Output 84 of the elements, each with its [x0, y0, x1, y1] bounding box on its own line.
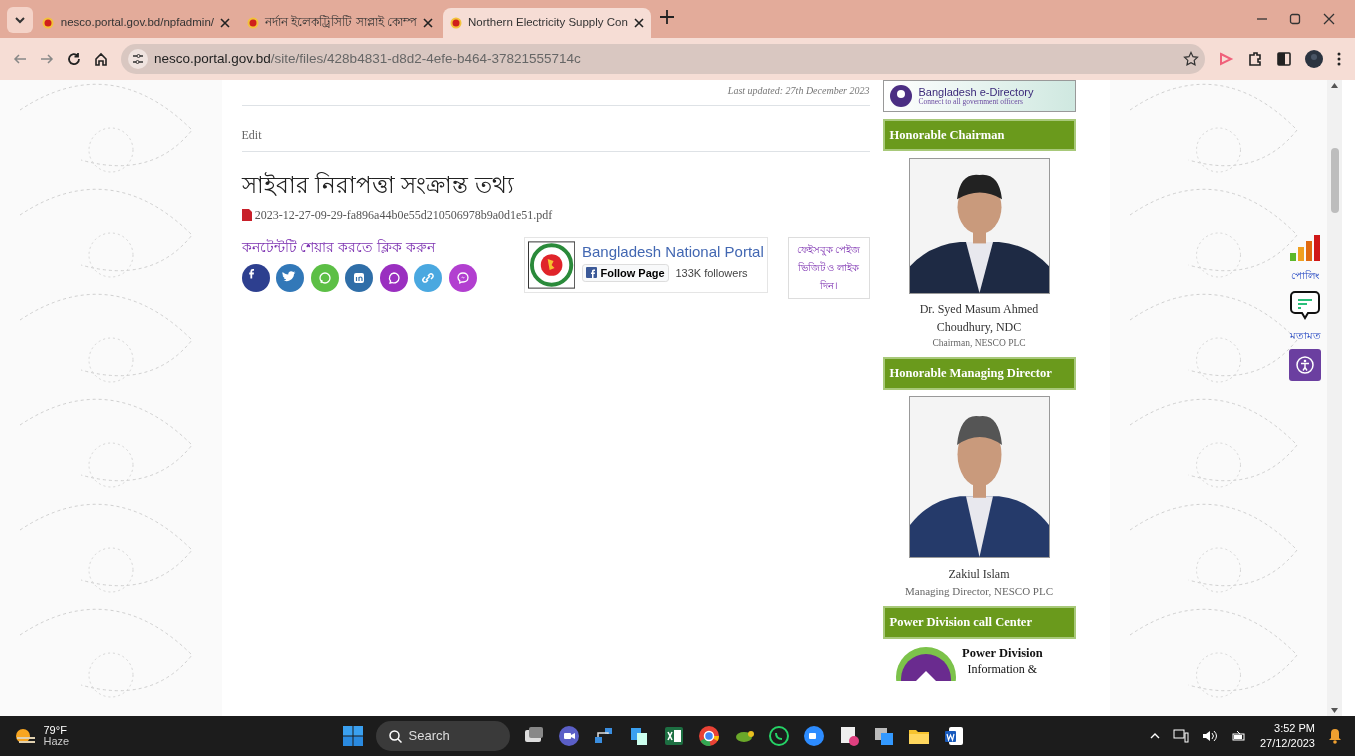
- close-icon[interactable]: [1321, 12, 1336, 26]
- poll-bars-icon[interactable]: [1290, 235, 1320, 261]
- accessibility-icon: [1296, 356, 1314, 374]
- person-name: Zakiul Islam: [947, 565, 1011, 583]
- weather-text: Haze: [43, 736, 70, 747]
- share-label: কনটেন্টটি শেয়ার করতে ক্লিক করুন: [241, 237, 437, 257]
- government-emblem-icon: [528, 241, 576, 290]
- facebook-share-icon[interactable]: [241, 264, 270, 293]
- person-role: Managing Director, NESCO PLC: [904, 583, 1053, 599]
- twitter-share-icon[interactable]: [276, 264, 304, 293]
- file-link[interactable]: 2023-12-27-09-29-fa896a44b0e55d210506978b9a0d1e51.pdf: [254, 205, 553, 224]
- linkedin-share-icon[interactable]: [345, 264, 373, 293]
- display-icon[interactable]: [1172, 729, 1189, 743]
- temperature-text: 79°F: [43, 725, 68, 736]
- close-icon[interactable]: [634, 18, 645, 28]
- search-icon: [389, 729, 402, 743]
- facebook-icon: [586, 267, 598, 279]
- forward-icon[interactable]: [40, 52, 54, 66]
- site-icon: [246, 17, 259, 29]
- phone-chat-icon[interactable]: [768, 725, 790, 747]
- profile-avatar-icon[interactable]: [1305, 50, 1323, 68]
- site-info-icon[interactable]: [127, 49, 148, 69]
- banner-title: Bangladesh e-Directory: [918, 86, 1034, 98]
- facebook-like-note: ফেইসবুক পেইজ ভিজিট ও লাইক দিন।: [787, 236, 870, 300]
- url-text: nesco.portal.gov.bd/site/files/428b4831-d8d2-4efe-b464-37821555714c: [154, 49, 582, 68]
- taskbar-search[interactable]: Search: [376, 721, 510, 751]
- video-meeting-icon[interactable]: [803, 725, 825, 747]
- speaker-icon[interactable]: [1201, 729, 1218, 743]
- page-name-link[interactable]: Bangladesh National Portal: [581, 241, 764, 264]
- caret-icon[interactable]: [1149, 733, 1160, 739]
- notification-bell-icon[interactable]: [1328, 728, 1342, 744]
- update-date: Last updated: 27th December 2023: [241, 80, 870, 106]
- scroll-thumb[interactable]: [1330, 148, 1339, 214]
- clock-time[interactable]: 3:52 PM: [1259, 723, 1315, 735]
- close-icon[interactable]: [220, 18, 231, 28]
- follower-count: 133K followers: [675, 265, 748, 281]
- browser-tab[interactable]: nesco.portal.gov.bd/npfadmin/: [35, 8, 237, 38]
- tab-title: Northern Electricity Supply Con: [468, 15, 628, 31]
- link-share-icon[interactable]: [414, 264, 442, 293]
- section-heading: Power Division call Center: [882, 605, 1076, 639]
- side-panel-icon[interactable]: [1276, 51, 1292, 67]
- start-button-icon[interactable]: [343, 726, 363, 746]
- scroll-up-icon[interactable]: [1331, 83, 1338, 89]
- tab-list-button[interactable]: [6, 6, 33, 33]
- clock-date[interactable]: 27/12/2023: [1259, 737, 1315, 749]
- site-icon: [42, 17, 55, 29]
- polling-label[interactable]: পোলিং: [1291, 267, 1319, 283]
- section-heading: Honorable Chairman: [882, 118, 1076, 152]
- messenger-share-icon[interactable]: [448, 264, 477, 293]
- scrollbar[interactable]: [1327, 80, 1342, 716]
- restore-icon[interactable]: [1288, 12, 1302, 26]
- logo-text: Information &: [966, 661, 1039, 677]
- bookmark-star-icon[interactable]: [1182, 51, 1199, 67]
- call-center-logo-icon: [895, 645, 956, 681]
- pdf-icon: [241, 208, 252, 221]
- video-chat-icon[interactable]: [558, 725, 580, 747]
- close-icon[interactable]: [423, 18, 434, 28]
- browser-icon[interactable]: [698, 725, 720, 747]
- person-role: Chairman, NESCO PLC: [932, 337, 1026, 351]
- person-name: Dr. Syed Masum Ahmed Choudhury, NDC: [918, 301, 1040, 337]
- site-icon: [449, 17, 462, 29]
- spreadsheet-icon[interactable]: [663, 725, 685, 747]
- menu-icon[interactable]: [1336, 51, 1342, 67]
- document-icon[interactable]: [943, 725, 965, 747]
- logo-text: Power Division: [962, 645, 1043, 661]
- follow-page-button[interactable]: Follow Page: [581, 263, 669, 283]
- scroll-down-icon[interactable]: [1331, 707, 1338, 713]
- address-bar[interactable]: nesco.portal.gov.bd/site/files/428b4831-d8d2-4efe-b464-37821555714c: [121, 44, 1205, 74]
- reload-icon[interactable]: [67, 52, 81, 66]
- feedback-label[interactable]: মতামত: [1289, 327, 1321, 343]
- section-heading: Honorable Managing Director: [882, 357, 1076, 390]
- tab-title: নর্দান ইলেকট্রিসিটি সাপ্লাই কোম্প: [265, 14, 417, 31]
- home-icon[interactable]: [94, 52, 108, 66]
- tab-title: nesco.portal.gov.bd/npfadmin/: [60, 15, 214, 31]
- browser-tab[interactable]: Northern Electricity Supply Con: [443, 8, 651, 38]
- viber-share-icon[interactable]: [379, 264, 408, 293]
- haze-weather-icon[interactable]: [13, 726, 37, 746]
- back-icon[interactable]: [13, 52, 27, 66]
- directory-logo-icon: [890, 85, 912, 107]
- accessibility-button[interactable]: [1289, 349, 1321, 381]
- extensions-icon[interactable]: [1247, 51, 1263, 67]
- edit-link[interactable]: Edit: [241, 128, 262, 143]
- page-title: সাইবার নিরাপত্তা সংক্রান্ত তথ্য: [241, 171, 515, 200]
- browser-tab[interactable]: নর্দান ইলেকট্রিসিটি সাপ্লাই কোম্প: [240, 8, 440, 38]
